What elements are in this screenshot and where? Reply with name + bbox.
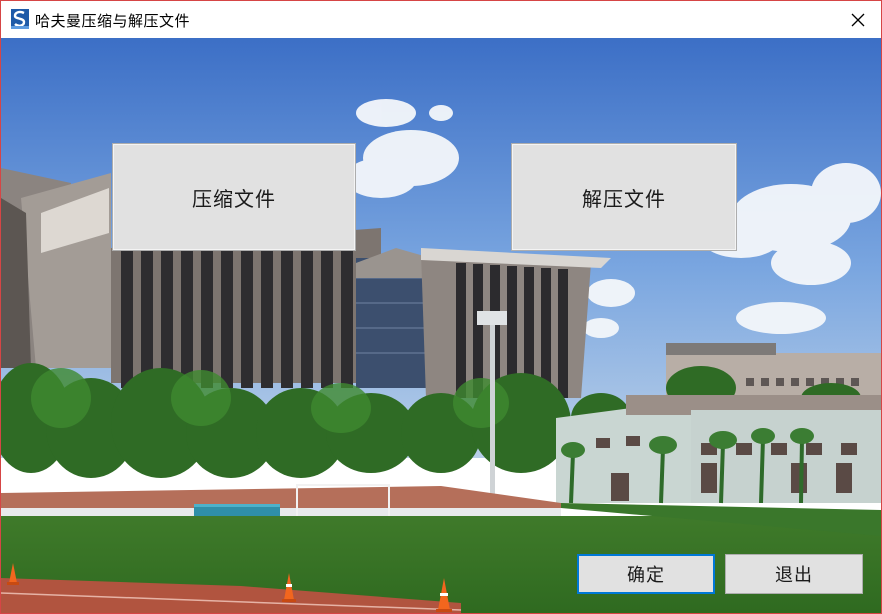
title-bar[interactable]: 哈夫曼压缩与解压文件	[1, 1, 881, 38]
exit-label: 退出	[775, 565, 813, 586]
decompress-file-button[interactable]: 解压文件	[511, 143, 737, 251]
compress-file-button[interactable]: 压缩文件	[112, 143, 356, 251]
close-button[interactable]	[835, 1, 881, 38]
campus-background-image	[1, 38, 881, 613]
compress-file-label: 压缩文件	[192, 186, 276, 211]
exit-button[interactable]: 退出	[725, 554, 863, 594]
ok-button[interactable]: 确定	[577, 554, 715, 594]
close-icon	[851, 13, 865, 26]
client-area: 压缩文件 解压文件 确定 退出	[1, 38, 881, 613]
window-title: 哈夫曼压缩与解压文件	[35, 12, 191, 30]
decompress-file-label: 解压文件	[582, 186, 666, 211]
ok-label: 确定	[627, 565, 665, 586]
app-logo-icon	[11, 9, 29, 29]
app-window: 哈夫曼压缩与解压文件 压缩文件 解压文件 确定 退出	[0, 0, 882, 614]
